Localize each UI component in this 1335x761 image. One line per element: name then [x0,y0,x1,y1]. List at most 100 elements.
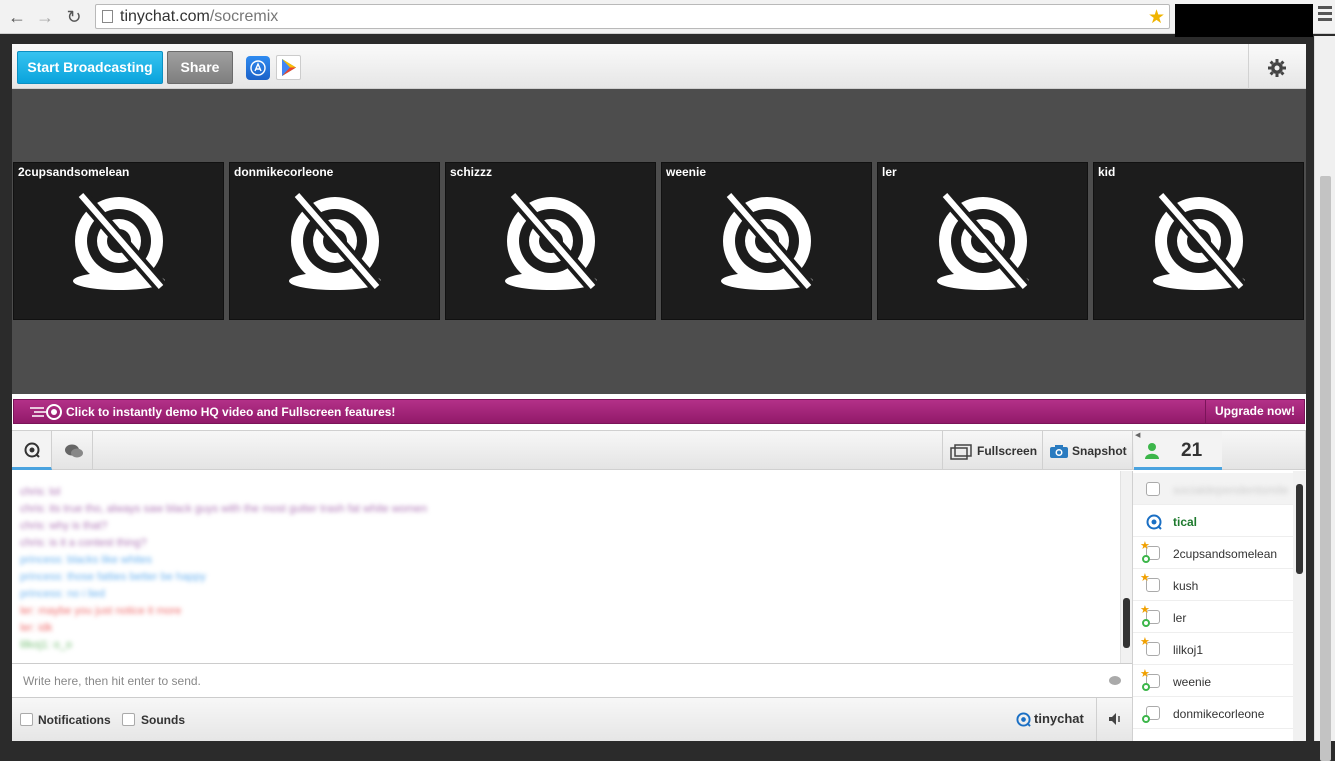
start-broadcasting-button[interactable]: Start Broadcasting [17,51,163,84]
user-name: ler [1173,611,1187,625]
tinychat-logo-icon [1016,712,1031,727]
speed-camera-icon [30,404,62,420]
forward-arrow-icon[interactable]: → [34,6,56,28]
chat-message: chris: lol [20,486,61,498]
camera-off-icon [1153,191,1247,292]
hq-promo-banner[interactable]: Click to instantly demo HQ video and Ful… [13,399,1305,424]
chat-message: princess: no i lied [20,588,105,600]
speaker-icon [1109,713,1120,725]
video-tile-name: weenie [666,165,707,179]
user-list-item[interactable]: ★ weenie [1133,665,1293,697]
chat-message: ler: maybe you just notice it more [20,605,182,617]
chat-message: princess: blacks like whites [20,554,153,566]
tinychat-icon [24,442,40,458]
snapshot-label: Snapshot [1072,444,1127,458]
gear-icon [1268,59,1286,77]
camera-off-icon [289,191,383,292]
video-tile[interactable]: 2cupsandsomelean [13,162,224,320]
chat-tabs-bar: Fullscreen Snapshot [12,430,1132,470]
video-tile[interactable]: ler [877,162,1088,320]
page-scrollbar[interactable] [1314,36,1335,761]
user-list-item[interactable]: tical [1133,505,1293,537]
user-list-item-me[interactable]: socialdependentsmile [1133,473,1293,505]
video-tile[interactable]: weenie [661,162,872,320]
chat-scrollbar[interactable] [1120,471,1132,663]
bookmark-star-icon[interactable]: ★ [1148,6,1165,29]
chat-message: chris: why is that? [20,520,108,532]
address-url: tinychat.com/socremix [120,8,279,25]
camera-off-icon [505,191,599,292]
user-list-item[interactable]: ★ 2cupsandsomelean [1133,537,1293,569]
notifications-label: Notifications [38,713,111,727]
broadcasting-icon [1142,715,1150,723]
user-name: lilkoj1 [1173,643,1204,657]
user-list-item[interactable]: ★ kush [1133,569,1293,601]
chat-input[interactable]: Write here, then hit enter to send. [12,663,1132,698]
chat-message: chris: its true tho, always saw black gu… [20,503,428,515]
video-tile[interactable]: donmikecorleone [229,162,440,320]
user-list-item[interactable]: ★ ler [1133,601,1293,633]
notifications-checkbox[interactable] [20,713,33,726]
tab-users[interactable]: 21 [1134,431,1222,470]
video-tile-name: kid [1098,165,1116,179]
camera-off-icon [73,191,167,292]
user-name: socialdependentsmile [1173,483,1289,497]
camera-icon [1050,445,1068,458]
sounds-label: Sounds [141,713,185,727]
menu-icon[interactable] [1318,6,1332,24]
chat-log: chris: lol chris: its true tho, always s… [12,471,1132,663]
settings-button[interactable] [1248,44,1306,89]
chat-message: princess: those fatties better be happy [20,571,206,583]
browser-toolbar: ← → ↻ tinychat.com/socremix ★ [0,0,1335,37]
sounds-checkbox[interactable] [122,713,135,726]
tab-main-chat[interactable] [12,431,52,470]
user-name: tical [1173,515,1198,529]
tinychat-room: Start Broadcasting Share 2cupsandsomelea… [12,44,1306,741]
chat-message: lilkoj1: o_o [20,639,72,651]
video-tile[interactable]: schizzz [445,162,656,320]
app-store-icon[interactable] [246,56,270,80]
user-list-scrollbar[interactable] [1293,471,1306,741]
camera-off-icon [937,191,1031,292]
tinychat-logo-text: tinychat [1034,711,1084,726]
video-tile-name: ler [882,165,897,179]
fullscreen-label: Fullscreen [977,444,1038,458]
user-name: weenie [1173,675,1212,689]
broadcasting-icon [1142,683,1150,691]
user-name: donmikecorleone [1173,707,1265,721]
snapshot-button[interactable]: Snapshot [1042,431,1132,470]
star-icon: ★ [1140,668,1150,680]
address-bar[interactable]: tinychat.com/socremix ★ [95,4,1170,29]
user-name: 2cupsandsomelean [1173,547,1278,561]
emoticon-bubble-icon[interactable] [1108,675,1122,687]
star-icon: ★ [1140,572,1150,584]
share-button[interactable]: Share [167,51,233,84]
back-arrow-icon[interactable]: ← [6,6,28,28]
user-list-item[interactable]: ★ lilkoj1 [1133,633,1293,665]
video-tile[interactable]: kid [1093,162,1304,320]
fullscreen-button[interactable]: Fullscreen [942,431,1042,470]
reload-icon[interactable]: ↻ [63,6,85,28]
chat-message: chris: is it a contest thing? [20,537,147,549]
collapse-arrow-icon[interactable]: ◀ [1135,431,1140,439]
user-list-item[interactable]: donmikecorleone [1133,697,1293,729]
video-tile-name: 2cupsandsomelean [18,165,130,179]
video-tile-name: donmikecorleone [234,165,334,179]
redacted-area [1175,4,1313,37]
tab-private-messages[interactable] [53,431,93,470]
video-tile-name: schizzz [450,165,493,179]
upgrade-now-button[interactable]: Upgrade now! [1205,400,1304,423]
volume-button[interactable] [1096,698,1132,741]
broadcasting-icon [1142,619,1150,627]
user-count: 21 [1181,440,1203,461]
fullscreen-icon [950,444,972,460]
tinychat-logo[interactable]: tinychat [1016,711,1084,727]
star-icon: ★ [1140,604,1150,616]
camera-off-icon [721,191,815,292]
google-play-icon[interactable] [276,55,301,80]
chat-message: ler: idk [20,622,53,634]
operator-icon [1146,514,1162,530]
chat-input-placeholder: Write here, then hit enter to send. [23,674,201,688]
user-list-header: 21 ◀ [1132,430,1306,470]
chat-bubbles-icon [65,444,83,458]
